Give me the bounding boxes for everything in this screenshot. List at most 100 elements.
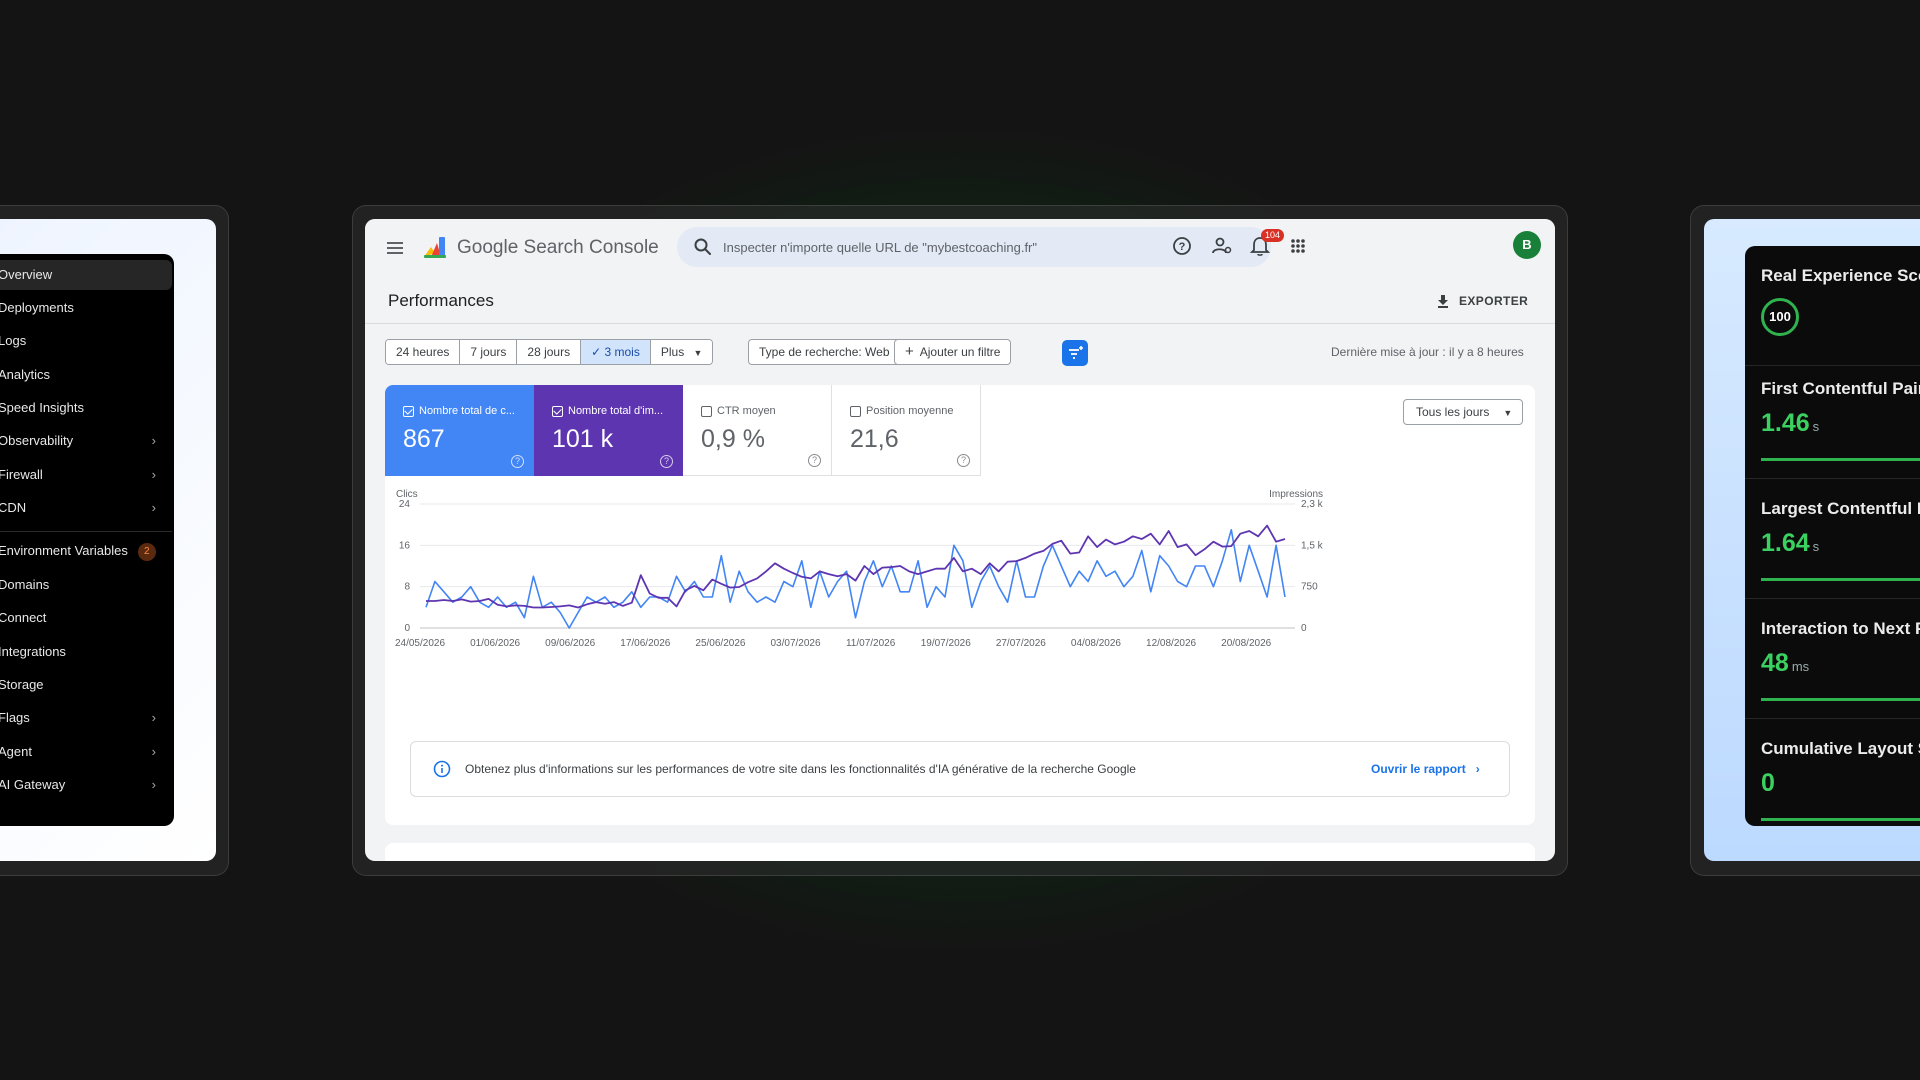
x-tick-label: 01/06/2026 (470, 638, 520, 649)
series-line-impressions (426, 524, 1286, 609)
y2-tick-label: 1,5 k (1301, 540, 1324, 551)
count-badge: 2 (137, 542, 156, 561)
header-divider (365, 323, 1555, 324)
sidebar-item-label: Analytics (0, 367, 51, 382)
chevron-right-icon: › (1475, 762, 1480, 776)
notifications-button[interactable]: 104 (1247, 229, 1285, 259)
checkmark-icon: ✓ (591, 345, 605, 359)
sidebar-item-environment-variables[interactable]: Environment Variables 2 (0, 536, 172, 566)
sidebar-item-integrations[interactable]: Integrations (0, 637, 172, 667)
sidebar-item-label: Flags (0, 710, 30, 725)
help-icon[interactable]: ? (1169, 233, 1195, 259)
metric-unit: s (1812, 539, 1820, 554)
metric-title: Largest Contentful Paint (1761, 499, 1920, 518)
chevron-right-icon: › (151, 500, 156, 515)
checkbox-unchecked-icon (701, 405, 712, 417)
sidebar-item-storage[interactable]: Storage (0, 670, 172, 700)
x-tick-label: 19/07/2026 (921, 638, 971, 649)
metric-bar (1761, 818, 1920, 821)
sidebar-item-label: Speed Insights (0, 400, 85, 415)
manage-users-icon[interactable] (1209, 233, 1235, 259)
sidebar-item-cdn[interactable]: CDN › (0, 493, 172, 523)
help-icon[interactable]: ? (511, 455, 524, 468)
sidebar-item-overview[interactable]: Overview (0, 260, 172, 290)
sidebar-item-agent[interactable]: Agent › (0, 737, 172, 767)
metric-value: 21,6 (850, 425, 899, 453)
sidebar-item-observability[interactable]: Observability › (0, 426, 172, 456)
menu-icon[interactable] (385, 239, 405, 259)
app-title: Google Search Console (457, 237, 659, 258)
checkbox-checked-icon (552, 405, 563, 417)
chevron-right-icon: › (151, 777, 156, 792)
sidebar-item-analytics[interactable]: Analytics (0, 360, 172, 390)
y2-tick-label: 2,3 k (1301, 499, 1324, 510)
download-icon (1438, 295, 1448, 308)
metric-average-position[interactable]: Position moyenne 21,6 ? (832, 385, 981, 476)
add-filter-button[interactable]: + Ajouter un filtre (894, 339, 1012, 365)
date-range-selector: 24 heures 7 jours 28 jours ✓ 3 mois Plus… (385, 339, 714, 365)
sidebar-item-label: Connect (0, 610, 47, 625)
metric-value: 867 (403, 425, 445, 453)
x-tick-label: 25/06/2026 (695, 638, 745, 649)
metric-label-text: Position moyenne (866, 405, 954, 417)
metric-number: 1.64 (1761, 529, 1810, 557)
metric-total-impressions[interactable]: Nombre total d'im... 101 k ? (534, 385, 683, 476)
metric-label: CTR moyen (701, 405, 831, 417)
sidebar-item-firewall[interactable]: Firewall › (0, 460, 172, 490)
metric-value: 1.64 s (1761, 529, 1819, 558)
sidebar-item-label: Storage (0, 677, 44, 692)
y-tick-label: 8 (404, 582, 410, 593)
metric-label-text: CTR moyen (717, 405, 776, 417)
compare-filter-button[interactable] (1062, 340, 1088, 366)
filter-label: Type de recherche: Web (759, 345, 890, 359)
x-tick-label: 11/07/2026 (846, 638, 896, 649)
chevron-right-icon: › (151, 467, 156, 482)
info-icon (433, 760, 451, 778)
sidebar-item-label: Domains (0, 577, 50, 592)
x-tick-label: 17/06/2026 (620, 638, 670, 649)
date-range-3m[interactable]: ✓ 3 mois (581, 340, 651, 364)
date-range-7d[interactable]: 7 jours (460, 340, 518, 364)
metric-average-ctr[interactable]: CTR moyen 0,9 % ? (683, 385, 832, 476)
metric-bar (1761, 698, 1920, 701)
metric-number: 48 (1761, 649, 1789, 677)
sidebar-item-flags[interactable]: Flags › (0, 703, 172, 733)
chevron-right-icon: › (151, 433, 156, 448)
metric-lcp: Largest Contentful Paint 1.64s (1745, 479, 1920, 599)
web-vitals-card: Real Experience Score 100 First Contentf… (1745, 246, 1920, 826)
export-button[interactable]: EXPORTER (1435, 289, 1528, 313)
sidebar-item-connect[interactable]: Connect (0, 603, 172, 633)
sidebar-item-label: Agent (0, 744, 32, 759)
user-avatar[interactable]: B (1513, 231, 1541, 259)
dropdown-arrow-icon: ▼ (693, 348, 703, 358)
y-tick-label: 24 (399, 499, 411, 510)
sidebar-item-label: Deployments (0, 300, 74, 315)
date-range-more[interactable]: Plus ▼ (650, 340, 713, 364)
sidebar-item-domains[interactable]: Domains (0, 570, 172, 600)
metric-value: 0 (1761, 769, 1775, 798)
metric-title: Real Experience Score (1761, 266, 1920, 285)
performance-card: Nombre total de c... 867 ? Nombre total … (385, 385, 1535, 825)
sidebar-item-speed-insights[interactable]: Speed Insights (0, 393, 172, 423)
sidebar-item-label: Observability (0, 433, 74, 448)
export-label: EXPORTER (1459, 294, 1529, 308)
date-range-24h[interactable]: 24 heures (386, 340, 461, 364)
sidebar-item-deployments[interactable]: Deployments (0, 293, 172, 323)
checkbox-checked-icon (403, 405, 414, 417)
x-tick-label: 24/05/2026 (395, 638, 445, 649)
date-range-28d[interactable]: 28 jours (517, 340, 582, 364)
metric-total-clicks[interactable]: Nombre total de c... 867 ? (385, 385, 534, 476)
sidebar-item-label: Environment Variables (0, 543, 128, 558)
metric-value: 48 ms (1761, 649, 1809, 678)
help-icon[interactable]: ? (957, 454, 970, 467)
apps-grid-icon[interactable] (1285, 233, 1311, 259)
sidebar-item-ai-gateway[interactable]: AI Gateway › (0, 770, 172, 800)
x-tick-label: 04/08/2026 (1071, 638, 1121, 649)
sidebar-item-logs[interactable]: Logs (0, 326, 172, 356)
open-report-link[interactable]: Ouvrir le rapport › (1371, 762, 1480, 776)
help-icon[interactable]: ? (660, 455, 673, 468)
aggregation-select[interactable]: Tous les jours ▼ (1403, 399, 1523, 425)
chevron-right-icon: › (151, 744, 156, 759)
help-icon[interactable]: ? (808, 454, 821, 467)
date-range-label: 3 mois (604, 345, 640, 359)
